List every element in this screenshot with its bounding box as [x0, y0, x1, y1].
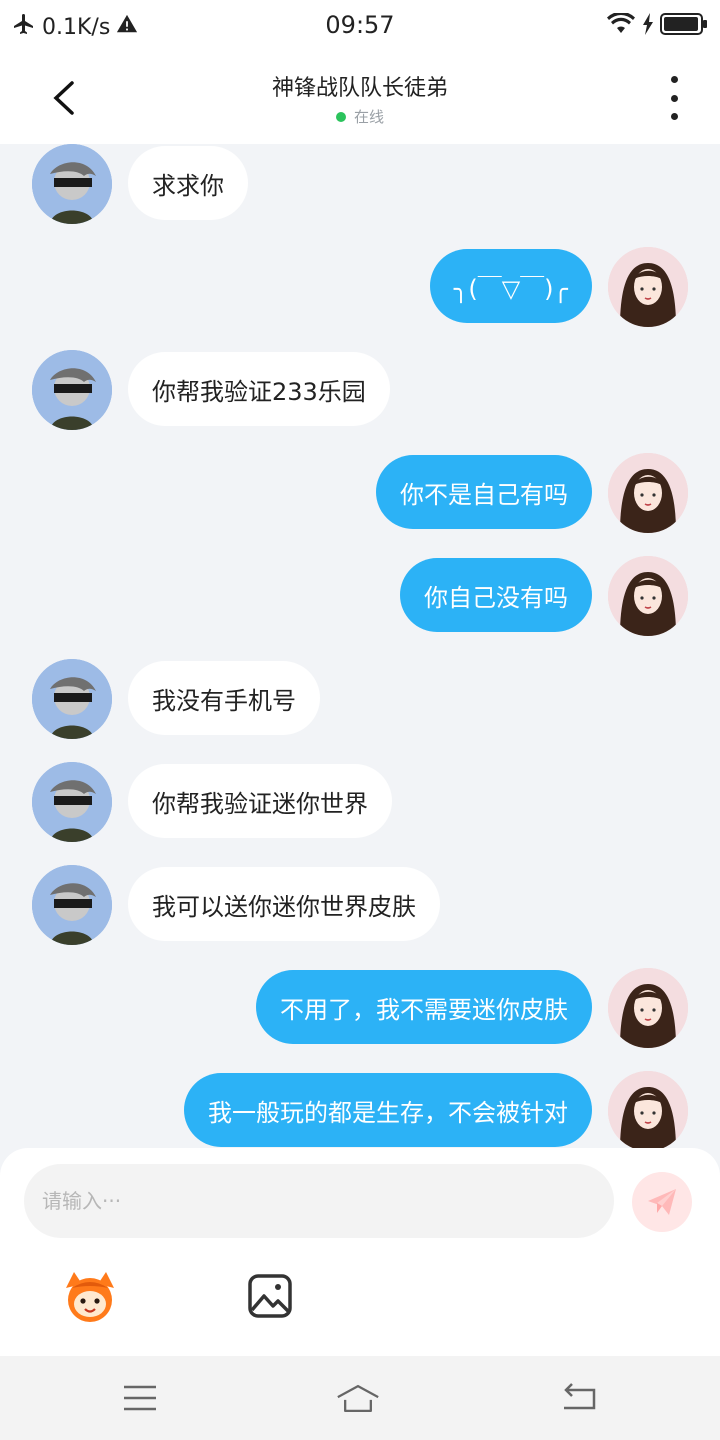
- message-row: 你自己没有吗: [0, 556, 720, 636]
- system-nav-bar: [0, 1356, 720, 1440]
- return-icon: [564, 1383, 596, 1410]
- message-bubble[interactable]: 你自己没有吗: [400, 558, 592, 632]
- message-input[interactable]: [24, 1164, 614, 1238]
- title-block: 神锋战队队长徒弟 在线: [0, 70, 720, 127]
- message-row: 我一般玩的都是生存，不会被针对: [0, 1071, 720, 1148]
- charging-icon: [642, 13, 654, 39]
- battery-icon: [660, 12, 708, 40]
- message-bubble[interactable]: 你不是自己有吗: [376, 455, 592, 529]
- message-bubble[interactable]: 我可以送你迷你世界皮肤: [128, 867, 440, 941]
- menu-icon: [124, 1385, 156, 1411]
- message-bubble[interactable]: ╮(￣▽￣)╭: [429, 249, 592, 323]
- home-nav-button[interactable]: [336, 1378, 380, 1418]
- image-picker-button[interactable]: [246, 1272, 294, 1320]
- chat-header: 神锋战队队长徒弟 在线: [0, 52, 720, 144]
- contact-avatar[interactable]: [32, 865, 112, 945]
- paper-plane-icon: [648, 1189, 676, 1215]
- message-bubble[interactable]: 你帮我验证迷你世界: [128, 764, 392, 838]
- contact-avatar[interactable]: [32, 350, 112, 430]
- my-avatar[interactable]: [608, 968, 688, 1048]
- status-bar: 0.1K/s 09:57: [0, 0, 720, 52]
- my-avatar[interactable]: [608, 247, 688, 327]
- message-row: 我没有手机号: [0, 659, 720, 739]
- message-bubble[interactable]: 不用了，我不需要迷你皮肤: [256, 970, 592, 1044]
- message-row: 你不是自己有吗: [0, 453, 720, 533]
- presence-label: 在线: [353, 108, 384, 126]
- message-row: 你帮我验证233乐园: [0, 350, 720, 430]
- message-bubble[interactable]: 我一般玩的都是生存，不会被针对: [184, 1073, 592, 1147]
- send-button[interactable]: [632, 1172, 692, 1232]
- message-row: 我可以送你迷你世界皮肤: [0, 865, 720, 945]
- presence-status: 在线: [0, 106, 720, 127]
- home-icon: [337, 1384, 379, 1412]
- input-panel: [0, 1148, 720, 1356]
- my-avatar[interactable]: [608, 556, 688, 636]
- message-bubble[interactable]: 求求你: [128, 146, 248, 220]
- message-row: 求求你: [0, 144, 720, 224]
- emoji-sticker-button[interactable]: [60, 1268, 120, 1324]
- message-row: ╮(￣▽￣)╭: [0, 247, 720, 327]
- contact-avatar[interactable]: [32, 659, 112, 739]
- online-dot: [335, 111, 346, 122]
- image-icon: [248, 1274, 292, 1318]
- message-row: 你帮我验证迷你世界: [0, 762, 720, 842]
- mascot-emoji-icon: [66, 1272, 114, 1322]
- my-avatar[interactable]: [608, 453, 688, 533]
- my-avatar[interactable]: [608, 1071, 688, 1148]
- page-title: 神锋战队队长徒弟: [271, 76, 448, 101]
- more-options-button[interactable]: [654, 76, 694, 120]
- status-right: [606, 11, 708, 40]
- wifi-icon: [606, 11, 636, 39]
- message-bubble[interactable]: 你帮我验证233乐园: [128, 352, 390, 426]
- message-bubble[interactable]: 我没有手机号: [128, 661, 320, 735]
- message-row: 不用了，我不需要迷你皮肤: [0, 968, 720, 1048]
- contact-avatar[interactable]: [32, 762, 112, 842]
- menu-nav-button[interactable]: [118, 1378, 162, 1418]
- contact-avatar[interactable]: [32, 144, 112, 224]
- chat-list[interactable]: 求求你 ╮(￣▽￣)╭ 你帮我验证233乐园 你不是自己有吗 你自己没有吗 我没…: [0, 144, 720, 1148]
- back-nav-button[interactable]: [556, 1378, 600, 1418]
